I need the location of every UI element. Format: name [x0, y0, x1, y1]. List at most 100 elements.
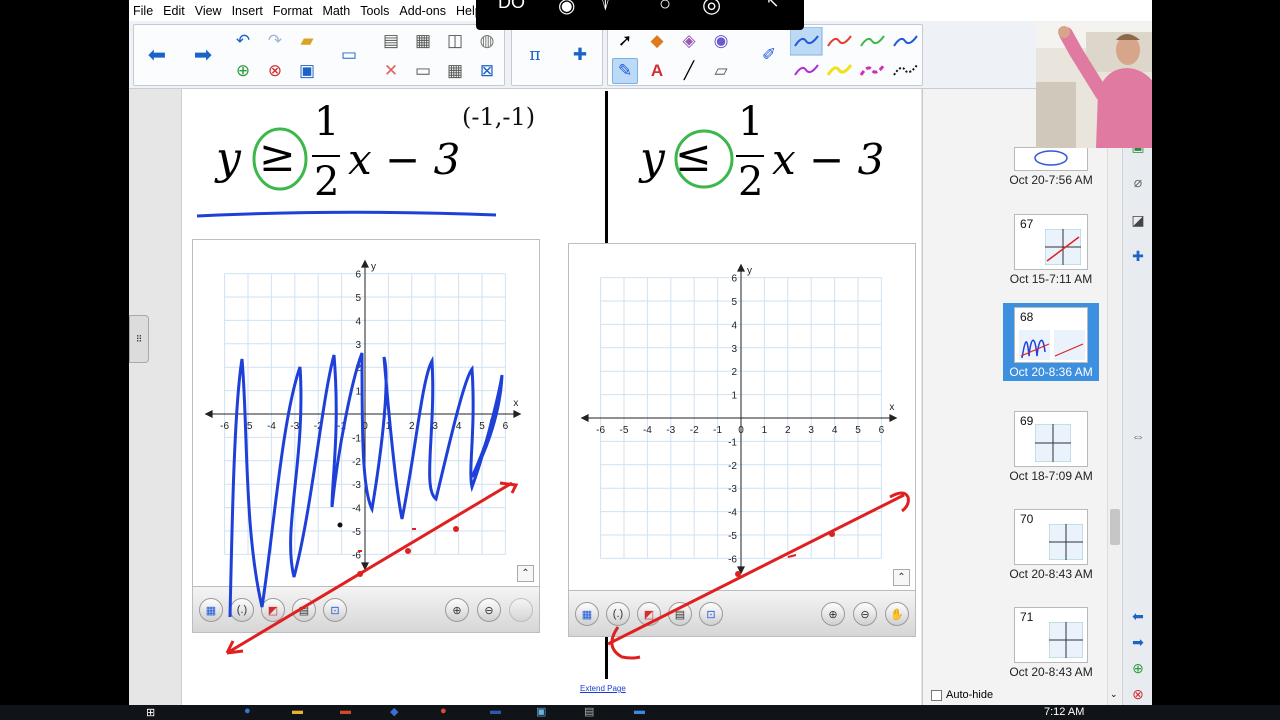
pause-icon[interactable]: ○ — [659, 0, 671, 16]
letterbox-left — [0, 0, 129, 705]
previous-page-icon[interactable]: ⬅ — [144, 42, 170, 68]
webcam-overlay — [1036, 22, 1152, 148]
auto-hide-label: Auto-hide — [946, 689, 994, 701]
full-screen-icon[interactable]: ▭ — [336, 42, 362, 68]
taskbar-app2-icon[interactable]: ◆ — [390, 705, 398, 718]
menu-file[interactable]: File — [133, 4, 153, 18]
scroll-thumb[interactable] — [1110, 509, 1120, 545]
page-thumbnail-selected[interactable]: 68 Oct 20-8:36 AM — [1003, 303, 1099, 381]
document-camera-icon[interactable]: ◍ — [474, 28, 500, 54]
pen-presets[interactable] — [790, 27, 924, 85]
record-icon[interactable]: ◉ — [558, 0, 575, 18]
extend-page-link[interactable]: Extend Page — [580, 684, 626, 693]
add-ons-tab-icon[interactable]: ✚ — [1129, 247, 1147, 265]
thumbnail-date: Oct 18-7:09 AM — [1009, 469, 1093, 483]
sorter-next-icon[interactable]: ➡ — [1129, 633, 1147, 651]
screen-capture-icon[interactable]: ◫ — [442, 28, 468, 54]
taskbar-word-icon[interactable]: ▬ — [490, 705, 501, 717]
fill-icon[interactable]: ◉ — [708, 28, 734, 54]
close-box-icon[interactable]: ⊠ — [474, 58, 500, 84]
thumbnail-date: Oct 20-8:43 AM — [1009, 665, 1093, 679]
eraser-icon[interactable]: ▱ — [708, 58, 734, 84]
sorter-scrollbar[interactable]: ⌄ — [1107, 89, 1121, 705]
sorter-add-icon[interactable]: ⊕ — [1129, 659, 1147, 677]
menu-format[interactable]: Format — [273, 4, 313, 18]
add-ons-icon[interactable]: ✚ — [567, 42, 593, 68]
pen-tool-icon[interactable]: ✎ — [612, 58, 638, 84]
thumbnail-image: 70 — [1014, 509, 1088, 565]
page-thumbnail[interactable]: 71 Oct 20-8:43 AM — [1003, 607, 1099, 679]
table-icon[interactable]: ▦ — [442, 58, 468, 84]
page-thumbnail[interactable]: 67 Oct 15-7:11 AM — [1003, 214, 1099, 286]
menu-view[interactable]: View — [195, 4, 222, 18]
move-sidebar-icon[interactable]: ⇔ — [1129, 427, 1147, 445]
menu-math[interactable]: Math — [322, 4, 350, 18]
show-hide-icon[interactable]: ▭ — [410, 58, 436, 84]
recorder-label: DO — [498, 0, 525, 12]
menu-insert[interactable]: Insert — [232, 4, 263, 18]
thumbnail-image: 71 — [1014, 607, 1088, 663]
undo-icon[interactable]: ↶ — [230, 28, 256, 54]
whiteboard-canvas[interactable]: ⠿ y ≥ 1 2 x − 3 (-1,-1) y ≤ 1 2 x − 3 -6… — [129, 89, 922, 705]
shapes-icon[interactable]: ◆ — [644, 28, 670, 54]
thumbnail-date: Oct 20-7:56 AM — [1009, 173, 1093, 187]
sorter-delete-icon[interactable]: ⊗ — [1129, 685, 1147, 703]
delete-page-icon[interactable]: ⊗ — [262, 58, 288, 84]
page-thumbnail[interactable]: 70 Oct 20-8:43 AM — [1003, 509, 1099, 581]
auto-hide-option[interactable]: Auto-hide — [931, 689, 993, 701]
microphone-icon[interactable]: ⍒ — [600, 0, 611, 15]
next-page-icon[interactable]: ➡ — [190, 42, 216, 68]
taskbar-app-icon[interactable]: ● — [244, 705, 251, 717]
webcam-icon[interactable]: ◎ — [702, 0, 721, 18]
open-folder-icon[interactable]: ▰ — [294, 28, 320, 54]
equation-ink — [196, 127, 734, 218]
screen-shade-icon[interactable]: ▦ — [410, 28, 436, 54]
line-tool-icon[interactable]: ╱ — [676, 58, 702, 84]
graph-ink — [225, 352, 910, 660]
magic-pen-icon[interactable]: ◈ — [676, 28, 702, 54]
menu-tools[interactable]: Tools — [360, 4, 389, 18]
clock[interactable]: 7:12 AM — [1044, 706, 1084, 718]
attachments-tab-icon[interactable]: ⌀ — [1129, 173, 1147, 191]
start-icon[interactable]: ⊞ — [146, 706, 155, 719]
page-thumbnail[interactable]: 69 Oct 18-7:09 AM — [1003, 411, 1099, 483]
side-panel-toggle[interactable]: ⠿ — [129, 315, 149, 363]
thumbnail-date: Oct 20-8:43 AM — [1009, 567, 1093, 581]
menu-edit[interactable]: Edit — [163, 4, 185, 18]
notebook-page[interactable]: y ≥ 1 2 x − 3 (-1,-1) y ≤ 1 2 x − 3 -6 -… — [181, 89, 921, 705]
thumbnail-image: 68 — [1014, 307, 1088, 363]
toolbar: ⬅ ➡ ↶ ↷ ▰ ⊕ ⊗ ▣ ▭ ▤ ▦ ◫ ◍ ✕ ▭ ▦ ⊠ π ✚ ➚ … — [129, 21, 1152, 89]
math-tools-icon[interactable]: π — [522, 42, 548, 68]
close-icon[interactable]: ↖ — [766, 0, 779, 12]
thumbnail-image — [1014, 147, 1088, 171]
thumbnail-date: Oct 20-8:36 AM — [1009, 365, 1093, 379]
pen-properties-icon[interactable]: ✐ — [756, 42, 782, 68]
page-thumbnail[interactable]: Oct 20-7:56 AM — [1003, 147, 1099, 187]
add-page-icon[interactable]: ⊕ — [230, 58, 256, 84]
toolbar-group-actions: ⬅ ➡ ↶ ↷ ▰ ⊕ ⊗ ▣ ▭ ▤ ▦ ◫ ◍ ✕ ▭ ▦ ⊠ — [133, 24, 505, 86]
smart-notebook-window: File Edit View Insert Format Math Tools … — [129, 0, 1152, 705]
save-icon[interactable]: ▣ — [294, 58, 320, 84]
properties-tab-icon[interactable]: ◪ — [1129, 211, 1147, 229]
page-sorter: Oct 20-7:56 AM 67 Oct 15-7:11 AM 68 Oct … — [922, 89, 1152, 705]
delete-icon[interactable]: ✕ — [378, 58, 404, 84]
taskbar-chrome-icon[interactable]: ● — [440, 705, 447, 717]
taskbar-app4-icon[interactable]: ▬ — [634, 705, 645, 717]
taskbar-folder-icon[interactable]: ▬ — [292, 705, 303, 717]
scroll-down-icon[interactable]: ⌄ — [1110, 689, 1118, 700]
menu-addons[interactable]: Add-ons — [399, 4, 446, 18]
taskbar-app3-icon[interactable]: ▤ — [584, 705, 594, 718]
paste-icon[interactable]: ▤ — [378, 28, 404, 54]
thumbnail-date: Oct 15-7:11 AM — [1009, 272, 1093, 286]
text-tool-icon[interactable]: A — [644, 58, 670, 84]
auto-hide-checkbox[interactable] — [931, 689, 942, 701]
taskbar-notebook-icon[interactable]: ▣ — [536, 705, 546, 718]
thumbnail-image: 67 — [1014, 214, 1088, 270]
toolbar-group-tools: ➚ ◆ ◈ ◉ ✎ A ╱ ▱ ✐ — [607, 24, 923, 86]
select-arrow-icon[interactable]: ➚ — [612, 28, 638, 54]
sidebar-tabs: ▢ ▣ ⌀ ◪ ✚ ⇔ ⬅ ➡ ⊕ ⊗ — [1122, 89, 1152, 705]
thumbnail-image: 69 — [1014, 411, 1088, 467]
taskbar-ppt-icon[interactable]: ▬ — [340, 705, 351, 717]
sorter-prev-icon[interactable]: ⬅ — [1129, 607, 1147, 625]
redo-icon[interactable]: ↷ — [262, 28, 288, 54]
